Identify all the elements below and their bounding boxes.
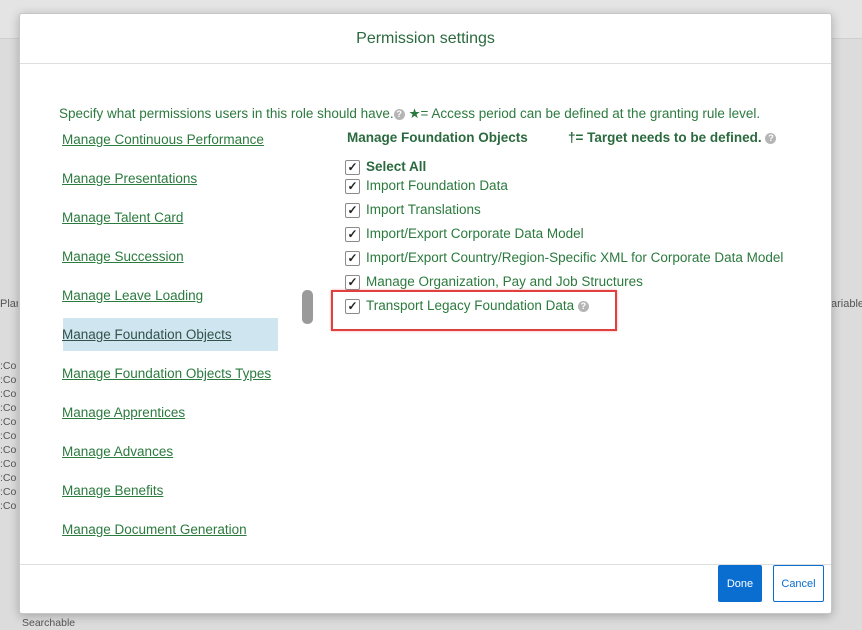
help-icon[interactable]: ? [765,133,777,144]
checkbox[interactable]: ✓ [345,160,360,175]
background-text-left: Plan [0,298,18,310]
category-manage-succession[interactable]: Manage Succession [62,249,184,264]
dialog-header: Permission settings [20,14,831,64]
category-manage-continuous-performance[interactable]: Manage Continuous Performance [62,132,264,147]
background-column-line: :Co [0,444,17,456]
dialog-title: Permission settings [356,30,495,47]
permission-label: Import/Export Corporate Data Model [366,226,584,241]
done-button[interactable]: Done [718,565,762,602]
category-manage-presentations[interactable]: Manage Presentations [62,171,197,186]
background-column-line: :Co [0,416,17,428]
background-column-line: :Co [0,360,17,372]
category-manage-benefits[interactable]: Manage Benefits [62,483,163,498]
target-note: †= Target needs to be defined. ? [568,130,777,145]
background-column-line: :Co [0,374,17,386]
background-column: :Co :Co :Co :Co :Co :Co :Co :Co :Co :Co … [0,359,18,513]
intro-text: Specify what permissions users in this r… [59,106,760,122]
background-column-line: :Co [0,388,17,400]
permission-label: Import Translations [366,202,481,217]
help-icon[interactable]: ? [393,109,405,120]
background-text-right: ariable [831,298,862,310]
category-manage-foundation-objects[interactable]: Manage Foundation Objects [62,327,232,342]
background-column-line: :Co [0,486,17,498]
background-column-line: :Co [0,458,17,470]
permission-label: Select All [366,159,427,174]
permission-label: Manage Organization, Pay and Job Structu… [366,274,643,289]
background-column-line: :Co [0,500,17,512]
background-column-line: :Co [0,430,17,442]
checkbox[interactable]: ✓ [345,203,360,218]
checkbox[interactable]: ✓ [345,227,360,242]
background-column-line: :Co [0,472,17,484]
checkbox[interactable]: ✓ [345,179,360,194]
category-manage-document-generation[interactable]: Manage Document Generation [62,522,247,537]
permission-label: Import Foundation Data [366,178,508,193]
access-period-note: ★= Access period can be defined at the g… [408,106,761,121]
permission-category-list[interactable]: Manage Continuous Performance Manage Pre… [20,126,300,558]
annotation-highlight-box [331,290,617,331]
category-manage-advances[interactable]: Manage Advances [62,444,173,459]
permissions-section-title: Manage Foundation Objects [347,130,528,145]
checkbox[interactable]: ✓ [345,251,360,266]
dialog-footer [20,564,831,614]
permission-settings-dialog: Permission settings Specify what permiss… [19,13,832,614]
target-note-label: †= Target needs to be defined. [568,130,762,145]
permission-label: Import/Export Country/Region-Specific XM… [366,250,784,265]
category-manage-leave-loading[interactable]: Manage Leave Loading [62,288,203,303]
list-scrollbar-thumb[interactable] [302,290,313,324]
cancel-button[interactable]: Cancel [773,565,824,602]
intro-label: Specify what permissions users in this r… [59,106,394,121]
checkbox[interactable]: ✓ [345,275,360,290]
background-column-line: :Co [0,402,17,414]
category-manage-foundation-objects-types[interactable]: Manage Foundation Objects Types [62,366,271,381]
category-manage-apprentices[interactable]: Manage Apprentices [62,405,185,420]
category-manage-talent-card[interactable]: Manage Talent Card [62,210,183,225]
background-bottom-line: Searchable [22,617,76,629]
